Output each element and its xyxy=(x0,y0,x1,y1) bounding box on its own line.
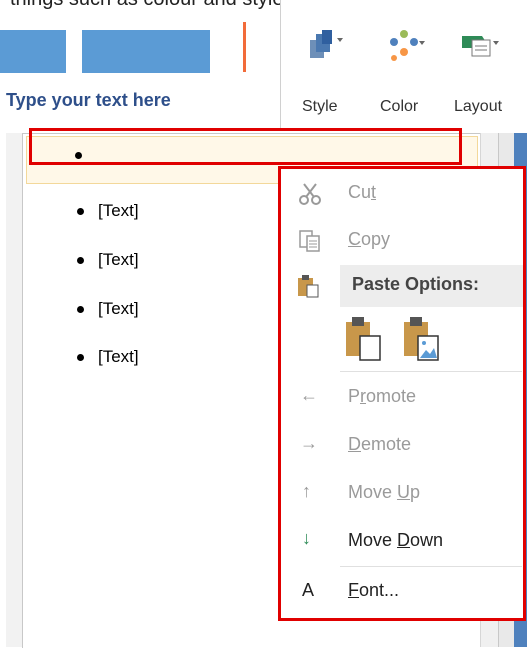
bullet-text[interactable]: [Text] xyxy=(98,250,139,270)
bullet-text[interactable]: [Text] xyxy=(98,299,139,319)
color-icon xyxy=(390,30,425,61)
smartart-shape[interactable] xyxy=(82,30,210,73)
style-icon xyxy=(310,30,343,58)
bullet-dot xyxy=(77,257,84,264)
highlight-box xyxy=(29,128,462,165)
smartart-shape[interactable] xyxy=(0,30,66,73)
highlight-box xyxy=(278,166,526,621)
ribbon-style-button[interactable]: Style xyxy=(296,10,356,120)
text-pane-gutter xyxy=(6,133,23,647)
bullet-text[interactable]: [Text] xyxy=(98,201,139,221)
ribbon-layout-label: Layout xyxy=(454,98,503,115)
bullet-text[interactable]: [Text] xyxy=(98,347,139,367)
ribbon-color-label: Color xyxy=(380,98,419,115)
ribbon-style-label: Style xyxy=(302,98,338,115)
document-caption: things such as colour and style xyxy=(10,0,284,11)
slide-divider xyxy=(243,22,246,72)
bullet-dot xyxy=(77,208,84,215)
ribbon-layout-button[interactable]: Layout xyxy=(450,10,527,120)
layout-icon xyxy=(462,36,499,57)
bullet-dot xyxy=(77,354,84,361)
bullet-dot xyxy=(77,306,84,313)
ribbon-color-button[interactable]: Color xyxy=(372,10,442,120)
text-pane-title: Type your text here xyxy=(6,90,171,110)
